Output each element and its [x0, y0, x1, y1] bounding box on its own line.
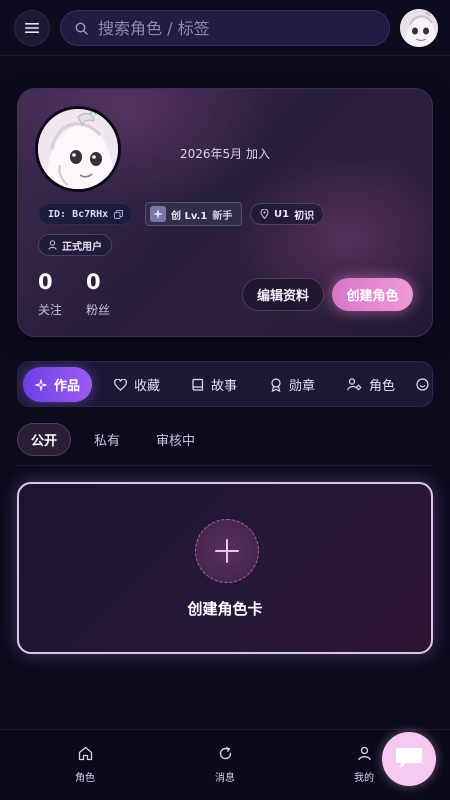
menu-button[interactable]: [14, 10, 50, 46]
nav-messages[interactable]: 消息: [195, 746, 255, 784]
home-icon: [78, 746, 92, 761]
tab-characters-label: 角色: [369, 379, 396, 394]
copy-icon[interactable]: [114, 209, 124, 219]
tab-stories-label: 故事: [211, 379, 238, 394]
creator-level-icon: [150, 206, 166, 222]
sparkle-icon: [35, 378, 47, 391]
creator-level-chip[interactable]: 创 Lv.1 新手: [145, 202, 243, 226]
search-input[interactable]: [98, 18, 378, 38]
tab-favorites-label: 收藏: [134, 379, 161, 394]
plus-icon: [215, 539, 239, 563]
tab-medals-label: 勋章: [289, 379, 316, 394]
pin-icon: [260, 209, 269, 219]
role-label: 正式用户: [62, 241, 102, 253]
nav-characters-label: 角色: [75, 773, 95, 784]
tab-stories[interactable]: 故事: [180, 367, 249, 402]
role-chip[interactable]: 正式用户: [38, 234, 112, 256]
visibility-filter: 公开 私有 审核中: [17, 422, 433, 466]
header-avatar[interactable]: [400, 9, 438, 47]
smile-icon: [416, 378, 429, 391]
followers-count: 0: [86, 270, 101, 294]
join-date: 2026年5月 加入: [180, 147, 270, 161]
followers-stat[interactable]: 0 粉丝: [86, 269, 110, 318]
subtab-under-review[interactable]: 审核中: [143, 423, 208, 456]
creator-level-title: 新手: [212, 210, 233, 222]
profile-avatar[interactable]: [35, 106, 121, 192]
tab-works[interactable]: 作品: [23, 367, 93, 402]
user-level-title: 初识: [294, 210, 315, 222]
search-bar[interactable]: [60, 10, 390, 46]
chat-bubble-icon: [396, 748, 422, 769]
create-character-button[interactable]: 创建角色: [332, 278, 413, 311]
tab-medals[interactable]: 勋章: [258, 367, 327, 402]
book-icon: [192, 378, 204, 391]
user-level-label: U1: [274, 208, 290, 220]
subtab-public[interactable]: 公开: [17, 423, 72, 456]
following-stat[interactable]: 0 关注: [38, 269, 62, 318]
add-button[interactable]: [195, 519, 259, 583]
top-bar: [0, 0, 450, 56]
medal-icon: [271, 377, 281, 392]
user-gear-icon: [347, 378, 362, 391]
chat-fab[interactable]: [382, 732, 436, 786]
content-tabs: 作品 收藏 故事 勋章 角色: [17, 361, 433, 407]
profile-card: 2026年5月 加入 ID: Bc7RHx 创 Lv.1 新手 U1 初识 正式…: [17, 88, 433, 337]
tab-favorites[interactable]: 收藏: [102, 367, 172, 402]
edit-profile-button[interactable]: 编辑资料: [242, 278, 324, 311]
user-id-text: ID: Bc7RHx: [48, 208, 109, 220]
user-icon: [48, 240, 57, 250]
create-card-label: 创建角色卡: [187, 600, 263, 618]
create-character-card[interactable]: 创建角色卡: [17, 482, 433, 654]
person-icon: [357, 746, 371, 761]
following-count: 0: [38, 270, 53, 294]
nav-messages-label: 消息: [215, 773, 235, 784]
creator-level-label: 创 Lv.1: [171, 210, 208, 222]
tab-more[interactable]: [416, 367, 432, 402]
menu-icon: [25, 23, 39, 33]
refresh-icon: [219, 746, 231, 760]
search-icon: [75, 22, 88, 35]
followers-label: 粉丝: [86, 303, 111, 317]
nav-characters[interactable]: 角色: [55, 746, 115, 784]
heart-icon: [114, 378, 127, 391]
subtab-private[interactable]: 私有: [81, 423, 133, 456]
nav-mine-label: 我的: [354, 773, 374, 784]
user-id-chip[interactable]: ID: Bc7RHx: [38, 203, 134, 225]
following-label: 关注: [38, 303, 63, 317]
tab-works-label: 作品: [54, 379, 81, 394]
tab-characters[interactable]: 角色: [335, 367, 407, 402]
user-level-chip[interactable]: U1 初识: [250, 203, 325, 225]
